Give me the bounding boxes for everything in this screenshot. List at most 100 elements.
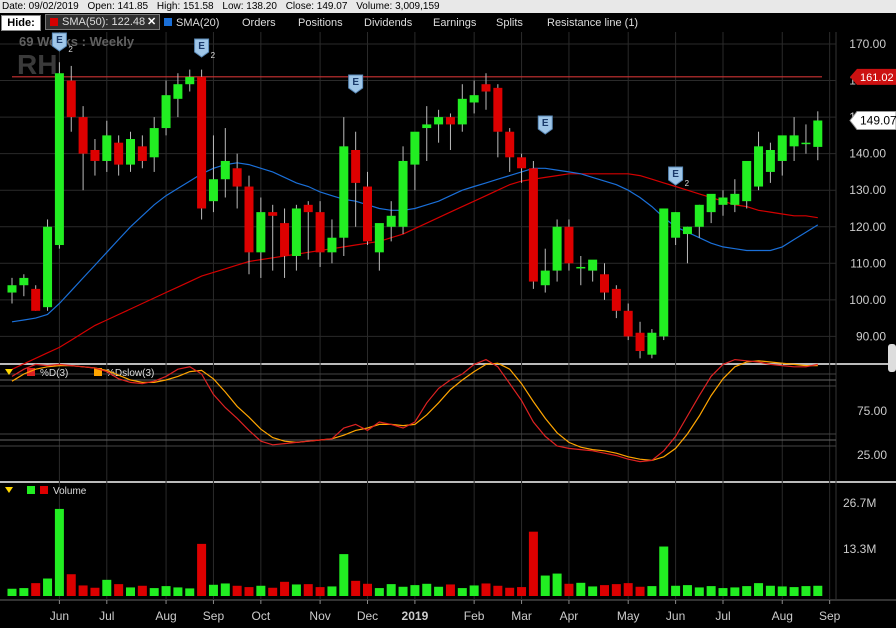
volume-bar — [363, 583, 372, 596]
stoch-tick-25: 25.00 — [857, 448, 887, 462]
volume-bar — [611, 584, 621, 596]
volume-bar — [78, 585, 88, 596]
candle-body — [457, 98, 467, 125]
candle-body — [552, 226, 562, 271]
price-tick-label: 170.00 — [849, 37, 886, 51]
candle-body — [718, 197, 728, 205]
volume-bar — [659, 546, 669, 596]
candle-body — [78, 117, 88, 154]
volume-bar — [114, 584, 124, 596]
volume-bar — [185, 588, 195, 596]
time-tick-label: Sep — [203, 609, 225, 623]
volume-bar — [576, 582, 586, 596]
volume-bar — [552, 573, 562, 596]
candle-body — [801, 142, 811, 145]
candle-body — [232, 168, 242, 187]
volume-bar — [90, 587, 100, 596]
candle-body — [303, 204, 313, 213]
candle-body — [90, 149, 100, 161]
volume-bar — [315, 587, 325, 596]
candle-body — [754, 146, 764, 187]
candle-body — [137, 146, 147, 161]
price-tick-label: 90.00 — [856, 329, 886, 343]
volume-bar — [161, 586, 171, 596]
candle-body — [7, 285, 17, 293]
candle-body — [66, 80, 76, 118]
candle-body — [623, 310, 633, 337]
volume-tick-mid: 13.3M — [843, 542, 876, 556]
volume-bar — [754, 583, 764, 596]
volume-bar — [126, 587, 135, 596]
candle-body — [351, 149, 361, 183]
candle-body — [114, 142, 124, 165]
volume-bar — [31, 583, 41, 596]
earnings-marker-count: 2 — [211, 51, 216, 60]
candle-body — [43, 226, 53, 308]
candle-body — [256, 212, 266, 253]
time-tick-label: Aug — [772, 609, 793, 623]
volume-bar — [434, 586, 444, 596]
stoch-d-label: %D(3) — [40, 368, 68, 379]
candle-body — [54, 73, 64, 246]
volume-bar — [149, 588, 159, 596]
volume-bar — [410, 585, 420, 596]
candle-body — [315, 212, 325, 253]
volume-label: Volume — [53, 486, 87, 497]
candle-body — [742, 160, 752, 202]
candle-body — [185, 76, 195, 85]
volume-bar — [647, 586, 657, 596]
volume-bar — [232, 585, 242, 596]
volume-legend: Volume — [5, 486, 87, 497]
volume-bar — [339, 554, 349, 596]
resistance-price-tag: 161.02 — [850, 68, 896, 85]
candle-body — [469, 95, 479, 103]
candle-body — [505, 131, 515, 158]
candle-body — [374, 223, 384, 253]
candle-body — [635, 332, 645, 352]
price-panel[interactable] — [0, 32, 896, 364]
volume-bar — [813, 585, 823, 596]
volume-bar — [517, 587, 527, 596]
volume-bar — [398, 586, 408, 596]
candle-body — [647, 332, 657, 355]
volume-bar — [777, 586, 787, 596]
volume-bar — [256, 585, 266, 596]
collapse-triangle-icon[interactable] — [5, 487, 13, 493]
candle-body — [244, 186, 254, 253]
candle-body — [540, 270, 550, 286]
volume-bar — [66, 574, 76, 596]
candle-body — [208, 179, 218, 202]
candle-body — [789, 135, 799, 147]
volume-bar — [244, 587, 254, 596]
candle-body — [410, 131, 420, 165]
volume-bar — [469, 585, 479, 596]
candle-body — [777, 135, 787, 161]
scroll-handle-icon[interactable] — [888, 344, 896, 372]
candle-body — [564, 226, 574, 264]
candle-body — [291, 208, 301, 256]
candle-body — [706, 193, 716, 213]
candle-body — [126, 139, 135, 165]
candle-body — [173, 84, 183, 99]
volume-bar — [291, 584, 301, 596]
last-price-tag: 149.07 — [849, 110, 896, 130]
time-tick-label: Jul — [99, 609, 114, 623]
stock-chart[interactable]: 69 Weeks : Weekly RH E2E2EEE2 170.00160.… — [0, 0, 896, 628]
volume-bar — [682, 585, 692, 596]
earnings-marker-letter: E — [198, 41, 205, 52]
candle-body — [445, 117, 455, 125]
candle-body — [197, 76, 207, 209]
volume-bar — [445, 584, 455, 596]
volume-bar — [220, 583, 230, 596]
volume-bar — [694, 587, 704, 596]
candle-body — [268, 212, 278, 216]
volume-bar — [706, 586, 716, 596]
volume-bar — [386, 584, 396, 596]
volume-bar — [7, 588, 17, 596]
candle-body — [671, 212, 681, 238]
candle-body — [481, 84, 491, 92]
candle-body — [576, 266, 586, 269]
candle-body — [730, 193, 740, 205]
volume-bar — [588, 586, 598, 596]
time-tick-label: May — [617, 609, 640, 623]
